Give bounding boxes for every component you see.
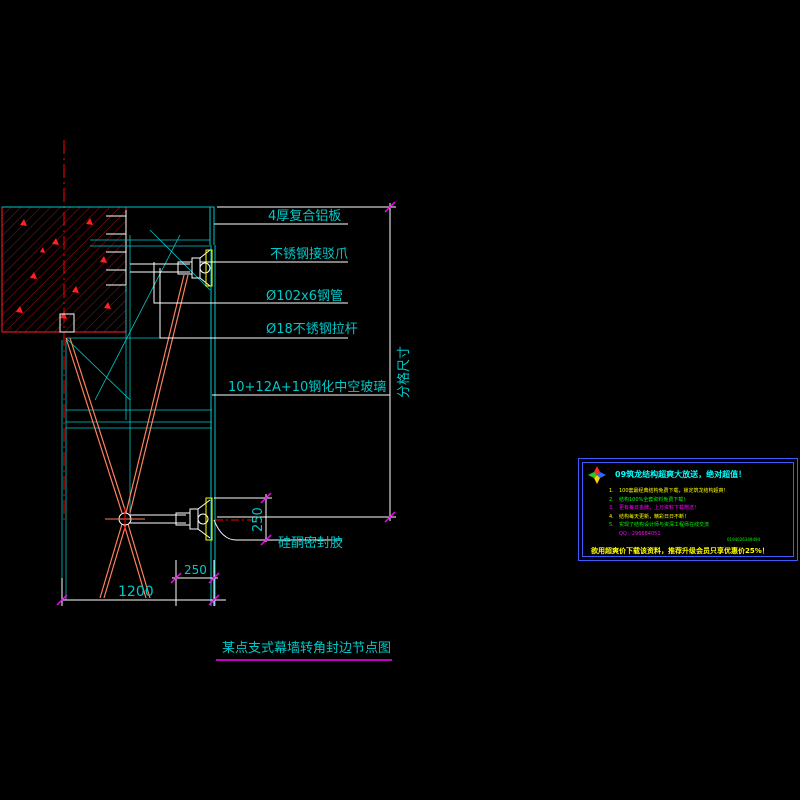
dim-offset-vertical: 250 — [251, 507, 266, 532]
promo-item: 2. 结构100%全套资料免费下载！ — [609, 496, 729, 505]
spider-claw-lower — [175, 497, 213, 541]
dim-offset-horizontal: 250 — [184, 563, 207, 577]
promo-item-text: 结构每天更新，精彩日日不断！ — [619, 513, 690, 520]
promo-item: 5. 实现了结构设计师与资深工程师在线交流 — [609, 521, 729, 530]
promo-item-num: 1. — [609, 488, 614, 494]
label-glass: 10+12A+10钢化中空玻璃 — [228, 380, 386, 395]
label-steel-claw: 不锈钢接驳爪 — [270, 246, 348, 262]
label-aluminum-panel: 4厚复合铝板 — [268, 209, 341, 224]
promo-qq: QQ：296684051 — [609, 530, 729, 539]
promo-item: 1. 100套最经典结构免费下载，锁定筑龙结构超爽！ — [609, 487, 729, 496]
glass-panel — [210, 245, 216, 606]
detail-drawing: 4厚复合铝板 不锈钢接驳爪 Ø102x6钢管 Ø18不锈钢拉杆 10+12A+1… — [1, 140, 412, 661]
promo-item: 4. 结构每天更新，精彩日日不断！ — [609, 513, 729, 522]
promo-item-text: 结构100%全套资料免费下载！ — [619, 496, 689, 503]
rod-node — [105, 507, 145, 531]
promo-item-text: 100套最经典结构免费下载，锁定筑龙结构超爽！ — [619, 488, 729, 494]
promo-item-text: 更有每日金牌，上万资料下载赠送！ — [619, 505, 700, 512]
promo-item-num: 5. — [609, 522, 614, 529]
promo-panel: 09筑龙结构超爽大放送，绝对超值！ 1. 100套最经典结构免费下载，锁定筑龙结构… — [578, 458, 798, 561]
promo-item-num: 3. — [609, 505, 614, 512]
promo-footer: 欲用超爽价下载该资料，推荐升级会员只享优惠价25%！ — [591, 547, 769, 555]
promo-headline: 09筑龙结构超爽大放送，绝对超值！ — [615, 470, 747, 479]
promo-item-num: 2. — [609, 496, 614, 503]
label-steel-pipe: Ø102x6钢管 — [266, 289, 343, 304]
promo-list: 1. 100套最经典结构免费下载，锁定筑龙结构超爽！ 2. 结构100%全套资料免费… — [609, 487, 729, 539]
promo-qq-text: QQ：296684051 — [619, 530, 661, 537]
zhulong-logo-icon — [588, 466, 606, 484]
promo-item-num: 4. — [609, 513, 614, 520]
promo-item: 3. 更有每日金牌，上万资料下载赠送！ — [609, 504, 729, 513]
promo-item-text: 实现了结构设计师与资深工程师在线交流 — [619, 522, 710, 529]
dim-width: 1200 — [118, 584, 154, 600]
label-grid-size: 分格尺寸 — [396, 346, 412, 398]
label-sealant: 硅酮密封胶 — [278, 535, 343, 551]
label-tie-rod: Ø18不锈钢拉杆 — [266, 322, 358, 337]
drawing-title: 某点支式幕墙转角封边节点图 — [222, 641, 391, 656]
promo-code: 0194026349494 — [727, 537, 761, 542]
label-texts: 4厚复合铝板 不锈钢接驳爪 Ø102x6钢管 Ø18不锈钢拉杆 10+12A+1… — [228, 209, 386, 551]
